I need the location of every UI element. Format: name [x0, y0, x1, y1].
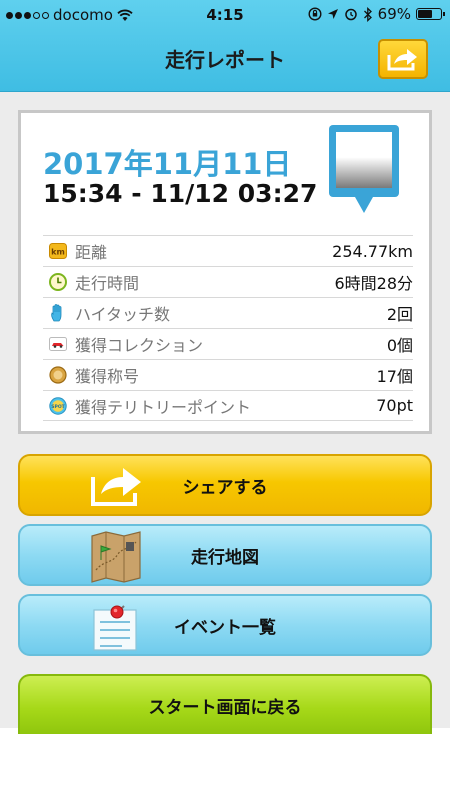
back-to-start-button-label: スタート画面に戻る	[148, 697, 302, 718]
stat-value: 17個	[376, 367, 413, 386]
back-to-start-button[interactable]: スタート画面に戻る	[18, 674, 432, 734]
header-share-button[interactable]	[378, 39, 428, 79]
spot-badge-text: SPOT	[51, 404, 65, 410]
battery-icon	[416, 8, 445, 20]
stat-value: 254.77km	[332, 241, 413, 261]
event-list-button[interactable]: イベント一覧	[18, 594, 432, 656]
stat-row-collection: 獲得コレクション 0個	[43, 328, 413, 359]
stat-label: 距離	[75, 243, 108, 262]
clock-icon	[49, 273, 67, 291]
photo-pin-icon[interactable]	[327, 123, 401, 221]
report-date: 2017年11月11日	[43, 147, 292, 181]
route-map-button[interactable]: 走行地図	[18, 524, 432, 586]
rotation-lock-icon	[308, 7, 322, 21]
km-badge-text: km	[51, 248, 65, 257]
bluetooth-icon	[363, 6, 372, 22]
route-map-button-label: 走行地図	[191, 547, 259, 568]
header-bar: docomo 4:15 69% 走行レポート	[0, 0, 450, 92]
stat-row-distance: km 距離 254.77km	[43, 235, 413, 266]
stat-row-titles: 獲得称号 17個	[43, 359, 413, 390]
stat-label: 走行時間	[75, 274, 140, 293]
spot-icon: SPOT	[49, 396, 67, 415]
share-button-label: シェアする	[182, 477, 268, 498]
medal-icon	[49, 366, 67, 384]
stat-row-territory: SPOT 獲得テリトリーポイント 70pt	[43, 390, 413, 421]
car-collection-icon	[49, 335, 67, 353]
pinned-memo-icon	[88, 600, 144, 661]
stat-value: 70pt	[376, 396, 413, 415]
status-bar: docomo 4:15 69%	[0, 0, 450, 30]
alarm-icon	[344, 8, 357, 21]
share-arrow-icon	[88, 460, 146, 515]
stat-value: 2回	[386, 305, 413, 324]
hand-icon	[49, 304, 67, 322]
km-icon: km	[49, 242, 67, 260]
report-content: 2017年11月11日 15:34 - 11/12 03:27 km 距離 25…	[0, 92, 450, 734]
stat-label: 獲得称号	[75, 367, 140, 386]
stat-label: ハイタッチ数	[75, 305, 171, 324]
stat-value: 0個	[386, 336, 413, 355]
event-list-button-label: イベント一覧	[174, 617, 276, 638]
stats-list: km 距離 254.77km 走行時間 6時間28分 ハイタッチ数 2回 獲得コ…	[43, 235, 413, 421]
location-arrow-icon	[327, 9, 338, 19]
stat-row-duration: 走行時間 6時間28分	[43, 266, 413, 297]
battery-fill	[418, 10, 432, 18]
stat-label: 獲得コレクション	[75, 336, 204, 355]
battery-percent: 69%	[377, 5, 411, 23]
stat-row-high-touch: ハイタッチ数 2回	[43, 297, 413, 328]
stat-label: 獲得テリトリーポイント	[75, 397, 252, 417]
report-time-range: 15:34 - 11/12 03:27	[43, 179, 318, 208]
share-arrow-icon	[387, 49, 417, 71]
stat-value: 6時間28分	[334, 274, 413, 293]
share-button[interactable]: シェアする	[18, 454, 432, 516]
folded-map-icon	[88, 530, 144, 589]
report-card: 2017年11月11日 15:34 - 11/12 03:27 km 距離 25…	[18, 110, 432, 434]
